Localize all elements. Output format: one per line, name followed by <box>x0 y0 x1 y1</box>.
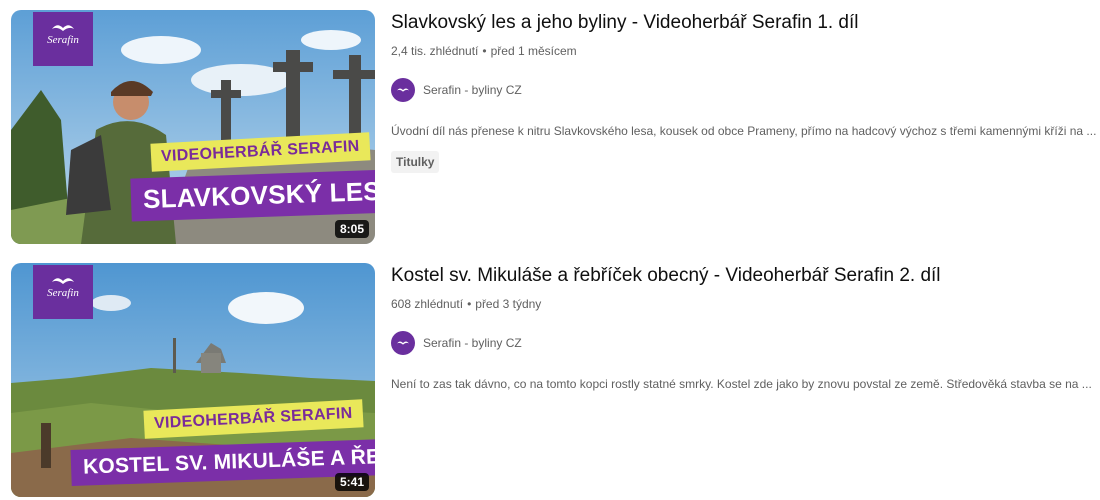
bird-icon <box>397 88 409 92</box>
video-result[interactable]: Serafin VIDEOHERBÁŘ SERAFIN SLAVKOVSKÝ L… <box>0 6 1100 246</box>
view-count: 608 zhlédnutí <box>391 297 464 311</box>
separator: • <box>467 297 472 311</box>
thumbnail-caption-main: SLAVKOVSKÝ LES <box>130 169 375 222</box>
duration-badge: 5:41 <box>334 473 369 491</box>
bird-icon <box>52 25 74 31</box>
video-title[interactable]: Kostel sv. Mikuláše a řebříček obecný - … <box>391 265 941 287</box>
separator: • <box>482 44 487 58</box>
avatar[interactable] <box>391 78 415 102</box>
channel-name[interactable]: Serafin - byliny CZ <box>423 83 522 97</box>
upload-age: před 1 měsícem <box>490 44 577 58</box>
video-thumbnail[interactable]: Serafin VIDEOHERBÁŘ SERAFIN KOSTEL SV. M… <box>11 263 375 497</box>
channel-link[interactable]: Serafin - byliny CZ <box>391 329 522 357</box>
view-count: 2,4 tis. zhlédnutí <box>391 44 479 58</box>
video-result[interactable]: Serafin VIDEOHERBÁŘ SERAFIN KOSTEL SV. M… <box>0 259 1100 499</box>
upload-age: před 3 týdny <box>475 297 542 311</box>
video-title[interactable]: Slavkovský les a jeho byliny - Videoherb… <box>391 12 859 34</box>
video-description: Úvodní díl nás přenese k nitru Slavkovsk… <box>391 124 1096 138</box>
bird-icon <box>397 341 409 345</box>
video-description: Není to zas tak dávno, co na tomto kopci… <box>391 377 1092 391</box>
channel-link[interactable]: Serafin - byliny CZ <box>391 76 522 104</box>
avatar[interactable] <box>391 331 415 355</box>
channel-name[interactable]: Serafin - byliny CZ <box>423 336 522 350</box>
subtitles-badge: Titulky <box>391 151 440 173</box>
channel-logo-watermark: Serafin <box>33 12 93 66</box>
bird-icon <box>52 278 74 284</box>
video-thumbnail[interactable]: Serafin VIDEOHERBÁŘ SERAFIN SLAVKOVSKÝ L… <box>11 10 375 244</box>
channel-logo-watermark: Serafin <box>33 265 93 319</box>
video-meta: 608 zhlédnutí • před 3 týdny <box>391 297 541 311</box>
video-meta: 2,4 tis. zhlédnutí • před 1 měsícem <box>391 44 577 58</box>
duration-badge: 8:05 <box>334 220 369 238</box>
